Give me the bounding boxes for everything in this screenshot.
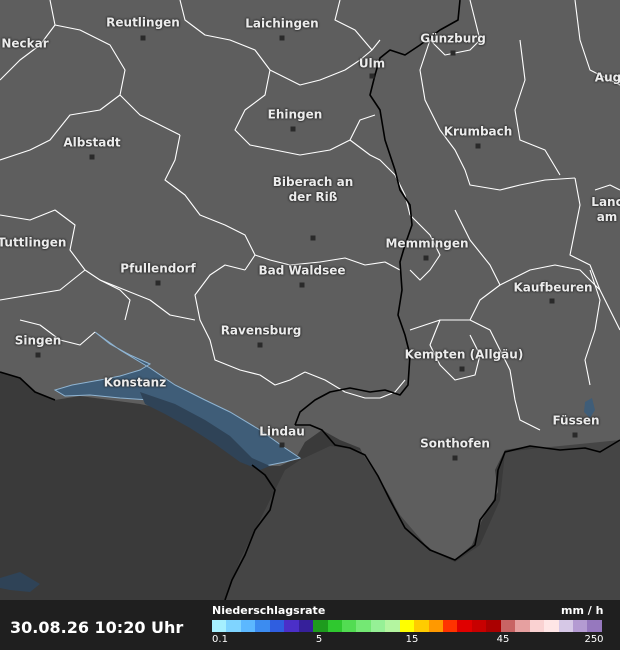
city-label-pfullendorf: Pfullendorf xyxy=(120,261,196,276)
city-label-krumbach: Krumbach xyxy=(443,124,513,139)
city-dot-badwaldsee xyxy=(299,282,305,288)
legend-tick-4: 250 xyxy=(584,634,604,645)
legend-tick-2: 15 xyxy=(405,634,419,645)
city-dot-kempten xyxy=(459,366,465,372)
legend-swatch-17 xyxy=(457,620,472,632)
legend-swatch-7 xyxy=(313,620,328,632)
legend-swatch-19 xyxy=(486,620,501,632)
city-label-reutlingen: Reutlingen xyxy=(106,15,180,30)
legend-swatch-8 xyxy=(327,620,342,632)
timestamp: 30.08.26 10:20 Uhr xyxy=(10,618,184,637)
city-label-konstanz: Konstanz xyxy=(103,375,167,390)
city-label-lindau: Lindau xyxy=(259,424,305,439)
city-dot-pfullendorf xyxy=(155,280,161,286)
legend-swatch-14 xyxy=(414,620,429,632)
city-label-biberach: Biberach an der Riß xyxy=(272,175,354,204)
legend-swatch-2 xyxy=(240,620,256,632)
city-dot-ehingen xyxy=(290,126,296,132)
city-label-singen: Singen xyxy=(14,333,62,348)
city-label-memmingen: Memmingen xyxy=(385,236,469,251)
legend-swatch-24 xyxy=(558,620,573,632)
city-label-kempten: Kempten (Allgäu) xyxy=(404,347,524,362)
city-dot-singen xyxy=(35,352,41,358)
legend-unit: mm / h xyxy=(561,604,604,617)
city-dot-guenzburg xyxy=(450,50,456,56)
legend-swatch-11 xyxy=(370,620,386,632)
legend-tick-3: 45 xyxy=(496,634,510,645)
city-dot-ulm xyxy=(369,73,375,79)
city-dot-biberach xyxy=(310,235,316,241)
city-dot-fuessen xyxy=(572,432,578,438)
city-label-guenzburg: Günzburg xyxy=(420,31,486,46)
legend-swatch-5 xyxy=(284,620,299,632)
city-dot-memmingen xyxy=(423,255,429,261)
city-dot-sonthofen xyxy=(452,455,458,461)
city-label-fuessen: Füssen xyxy=(552,413,600,428)
city-label-tuttlingen: Tuttlingen xyxy=(0,235,67,250)
legend-tick-1: 5 xyxy=(315,634,323,645)
city-label-ravensburg: Ravensburg xyxy=(220,323,302,338)
city-dot-reutlingen xyxy=(140,35,146,41)
legend-swatch-10 xyxy=(356,620,371,632)
city-label-laichingen: Laichingen xyxy=(245,16,319,31)
legend-title: Niederschlagsrate xyxy=(212,604,326,617)
city-dot-ravensburg xyxy=(257,342,263,348)
city-label-ehingen: Ehingen xyxy=(267,107,323,122)
city-label-kaufbeuren: Kaufbeuren xyxy=(513,280,593,295)
footer-bar: 30.08.26 10:20 Uhr Niederschlagsrate mm … xyxy=(0,600,620,650)
legend-swatch-25 xyxy=(572,620,588,632)
legend-swatch-6 xyxy=(298,620,314,632)
city-dot-kaufbeuren xyxy=(549,298,555,304)
map-canvas xyxy=(0,0,620,600)
city-dot-krumbach xyxy=(475,143,481,149)
legend-swatch-9 xyxy=(341,620,357,632)
city-label-badwaldsee: Bad Waldsee xyxy=(258,263,346,278)
legend-swatch-26 xyxy=(587,620,602,632)
city-label-albstadt: Albstadt xyxy=(63,135,121,150)
legend-swatch-22 xyxy=(529,620,545,632)
legend-swatch-0 xyxy=(212,620,227,632)
legend-swatch-15 xyxy=(428,620,443,632)
legend-swatch-16 xyxy=(443,620,458,632)
legend-tick-0: 0.1 xyxy=(212,634,228,645)
city-label-sonthofen: Sonthofen xyxy=(420,436,490,451)
city-dot-laichingen xyxy=(279,35,285,41)
legend-swatch-23 xyxy=(544,620,559,632)
city-dot-lindau xyxy=(279,442,285,448)
city-label-neckar: Neckar xyxy=(1,36,49,51)
legend-swatch-1 xyxy=(226,620,241,632)
legend-swatch-20 xyxy=(500,620,516,632)
legend-swatch-12 xyxy=(385,620,400,632)
city-dot-albstadt xyxy=(89,154,95,160)
city-label-landsberg: Lanc am xyxy=(591,195,620,224)
city-label-augsburg: Aug xyxy=(594,70,620,85)
legend-swatch-13 xyxy=(399,620,415,632)
legend-swatch-18 xyxy=(471,620,487,632)
legend-swatch-21 xyxy=(515,620,530,632)
legend-swatch-4 xyxy=(269,620,285,632)
legend-color-scale xyxy=(212,620,602,632)
precipitation-map[interactable]: Reutlingen Laichingen Neckar Günzburg Ul… xyxy=(0,0,620,600)
legend-swatch-3 xyxy=(255,620,270,632)
city-label-ulm: Ulm xyxy=(358,56,386,71)
